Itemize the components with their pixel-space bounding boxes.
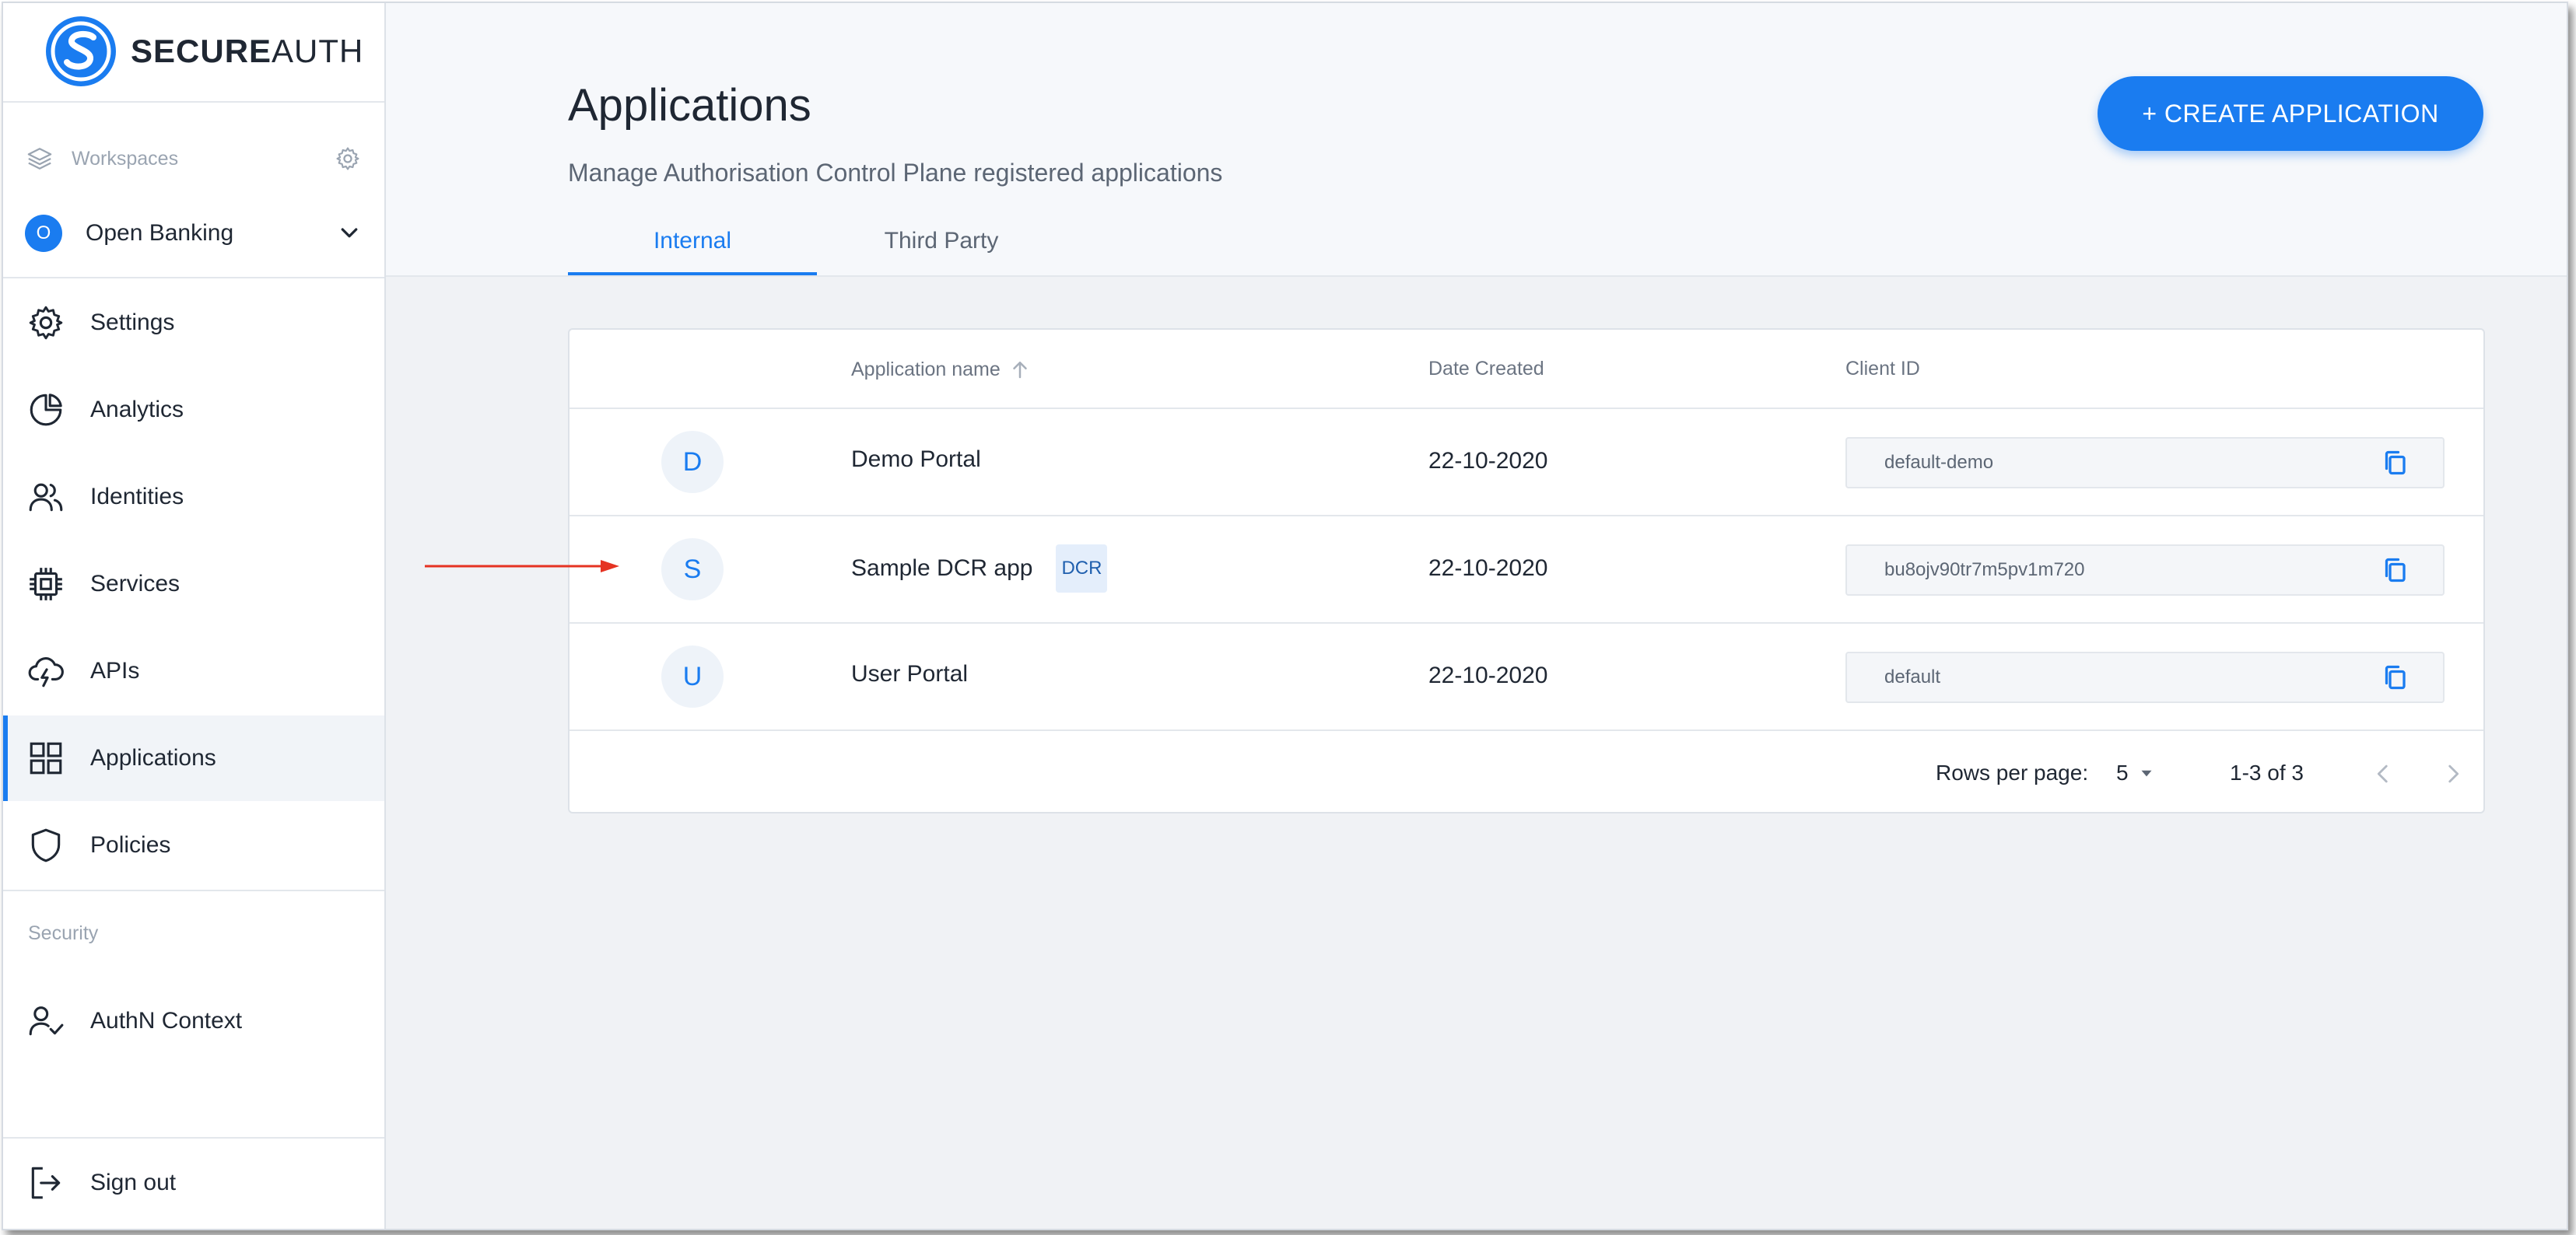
nav-item-apis[interactable]: APIs: [3, 628, 384, 714]
copy-icon[interactable]: [2381, 663, 2409, 691]
app-name: Demo Portal: [851, 446, 981, 472]
app-avatar: D: [661, 431, 724, 493]
chip-icon: [30, 568, 62, 600]
user-check-icon: [29, 1006, 64, 1036]
workspaces-label: Workspaces: [72, 147, 179, 170]
nav-item-label: AuthN Context: [90, 1008, 243, 1034]
chevron-down-icon: [341, 228, 358, 238]
workspace-name: Open Banking: [86, 220, 234, 246]
secureauth-logo-icon: [46, 16, 116, 86]
client-id-field: bu8ojv90tr7m5pv1m720: [1845, 544, 2445, 596]
rows-per-page-label: Rows per page:: [1936, 761, 2089, 785]
nav-item-settings[interactable]: Settings: [3, 280, 384, 366]
nav-item-authn-context[interactable]: AuthN Context: [3, 978, 384, 1064]
gear-icon: [29, 306, 63, 340]
nav-item-applications[interactable]: Applications: [3, 715, 384, 801]
previous-page-chevron-icon[interactable]: [2370, 761, 2396, 787]
tab-bar: Internal Third Party: [568, 207, 1066, 275]
workspace-settings-gear-icon[interactable]: [335, 145, 361, 172]
shield-icon: [31, 828, 61, 862]
divider: [570, 622, 2483, 624]
nav-item-label: Services: [90, 571, 180, 597]
brand-name: SECUREAUTH: [131, 33, 364, 69]
divider: [570, 408, 2483, 409]
date-created: 22-10-2020: [1428, 663, 1548, 688]
nav-item-label: Settings: [90, 310, 175, 335]
app-avatar: S: [661, 538, 724, 600]
grid-icon: [30, 742, 62, 775]
users-icon: [29, 483, 63, 512]
caret-down-icon: [2141, 770, 2152, 777]
column-header-client-id[interactable]: Client ID: [1845, 358, 1920, 380]
app-window: SECUREAUTH Workspaces O Open Banking Set…: [2, 2, 2568, 1230]
pagination-range: 1-3 of 3: [2230, 761, 2304, 785]
next-page-chevron-icon[interactable]: [2440, 761, 2466, 787]
cloud-bolt-icon: [28, 657, 64, 687]
nav-item-identities[interactable]: Identities: [3, 454, 384, 540]
column-header-application-name[interactable]: Application name: [851, 358, 1032, 381]
sign-out-label: Sign out: [90, 1170, 177, 1195]
rows-per-page-select[interactable]: 5: [2116, 757, 2157, 789]
divider: [570, 515, 2483, 516]
sign-out-icon: [31, 1167, 61, 1199]
main-content: Applications Manage Authorisation Contro…: [386, 3, 2567, 1229]
divider: [3, 1137, 384, 1139]
dcr-badge: DCR: [1056, 544, 1108, 593]
divider: [3, 277, 384, 278]
layers-icon: [27, 148, 52, 170]
workspaces-header: Workspaces: [26, 143, 361, 174]
section-label-security: Security: [28, 922, 99, 944]
client-id-value: default-demo: [1884, 452, 1994, 473]
client-id-value: bu8ojv90tr7m5pv1m720: [1884, 559, 2085, 580]
create-application-button[interactable]: + CREATE APPLICATION: [2098, 76, 2483, 151]
nav-item-label: Policies: [90, 832, 171, 858]
nav-item-label: Analytics: [90, 397, 184, 422]
client-id-field: default: [1845, 652, 2445, 703]
annotation-arrow-icon: [425, 560, 619, 572]
pie-chart-icon: [30, 394, 62, 426]
nav-item-analytics[interactable]: Analytics: [3, 367, 384, 453]
client-id-field: default-demo: [1845, 437, 2445, 488]
sort-ascending-arrow-icon: [1013, 362, 1027, 379]
nav-item-policies[interactable]: Policies: [3, 803, 384, 888]
tab-internal[interactable]: Internal: [568, 207, 817, 275]
column-header-date-created[interactable]: Date Created: [1428, 358, 1544, 380]
sidebar: SECUREAUTH Workspaces O Open Banking Set…: [3, 3, 386, 1229]
client-id-value: default: [1884, 666, 1941, 687]
copy-icon[interactable]: [2381, 449, 2409, 477]
sign-out-button[interactable]: Sign out: [3, 1140, 384, 1226]
nav-item-services[interactable]: Services: [3, 541, 384, 627]
brand-logo[interactable]: SECUREAUTH: [44, 14, 363, 89]
app-name: User Portal: [851, 661, 969, 687]
page-subtitle: Manage Authorisation Control Plane regis…: [568, 159, 1223, 187]
app-name: Sample DCR app DCR: [851, 544, 1108, 593]
page-title: Applications: [568, 80, 811, 131]
nav-item-label: Applications: [90, 745, 216, 771]
workspace-selector[interactable]: O Open Banking: [25, 212, 361, 255]
copy-icon[interactable]: [2381, 556, 2409, 584]
nav-item-label: Identities: [90, 484, 184, 509]
nav-item-label: APIs: [90, 658, 140, 684]
tab-third-party[interactable]: Third Party: [817, 207, 1066, 275]
applications-table: Application name Date Created Client ID …: [568, 328, 2485, 813]
workspace-avatar: O: [25, 215, 62, 252]
app-avatar: U: [661, 645, 724, 708]
date-created: 22-10-2020: [1428, 448, 1548, 474]
divider: [570, 729, 2483, 731]
divider: [3, 890, 384, 891]
divider: [3, 101, 384, 103]
date-created: 22-10-2020: [1428, 555, 1548, 581]
